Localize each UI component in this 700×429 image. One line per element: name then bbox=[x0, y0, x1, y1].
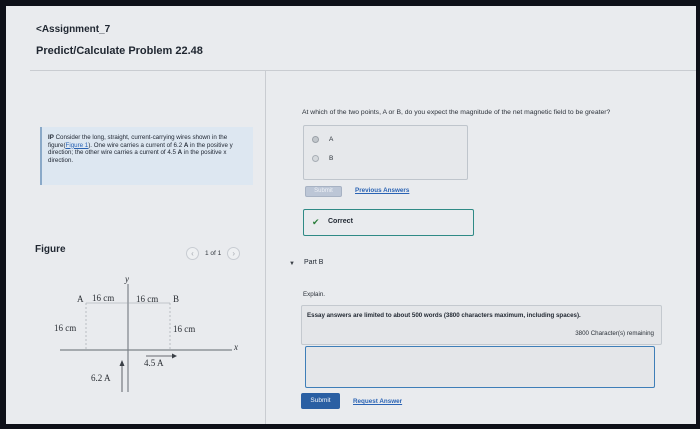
figure-label: Figure bbox=[35, 244, 66, 255]
explain-label: Explain. bbox=[303, 291, 326, 298]
page-title: Predict/Calculate Problem 22.48 bbox=[36, 45, 203, 57]
current-y-arrowhead bbox=[119, 360, 125, 366]
previous-answers-link[interactable]: Previous Answers bbox=[355, 187, 409, 194]
problem-statement: IP Consider the long, straight, current-… bbox=[40, 127, 253, 185]
dist-a-horizontal: 16 cm bbox=[92, 293, 115, 303]
dist-a-vertical: 16 cm bbox=[54, 323, 77, 333]
problem-text-2: ). One wire carries a current of 6.2 bbox=[88, 141, 184, 149]
y-axis-label: y bbox=[125, 274, 129, 284]
part-a-question: At which of the two points, A or B, do y… bbox=[302, 109, 611, 116]
checkmark-icon: ✔ bbox=[312, 217, 320, 227]
essay-limit-note: Essay answers are limited to about 500 w… bbox=[307, 312, 581, 319]
x-axis-label: x bbox=[234, 342, 238, 352]
chevron-right-icon[interactable]: › bbox=[227, 247, 241, 260]
current-x-label: 4.5 A bbox=[144, 358, 164, 368]
request-answer-link[interactable]: Request Answer bbox=[353, 398, 402, 405]
radio-a[interactable] bbox=[312, 136, 319, 143]
part-a-submit-button[interactable]: Submit bbox=[305, 186, 342, 197]
figure-pager: ‹ 1 of 1 › bbox=[186, 247, 241, 260]
column-divider bbox=[265, 70, 266, 424]
choice-b[interactable]: B bbox=[312, 155, 333, 162]
app-window: <Assignment_7 Predict/Calculate Problem … bbox=[6, 6, 696, 424]
choice-a[interactable]: A bbox=[312, 136, 333, 143]
correct-status: Correct bbox=[328, 218, 353, 225]
answer-choices: A B bbox=[303, 125, 468, 180]
dist-b-horizontal: 16 cm bbox=[136, 294, 159, 304]
correct-feedback: ✔ Correct bbox=[303, 209, 474, 236]
essay-answer-input[interactable] bbox=[305, 346, 655, 388]
choice-a-label: A bbox=[329, 136, 334, 143]
breadcrumb-assignment[interactable]: <Assignment_7 bbox=[36, 24, 110, 35]
figure-diagram: y x A B 16 cm 16 cm 16 cm 16 cm 4.5 A 6.… bbox=[46, 274, 256, 396]
part-b-submit-button[interactable]: Submit bbox=[301, 393, 340, 409]
point-b-label: B bbox=[173, 294, 180, 304]
pager-text: 1 of 1 bbox=[205, 250, 222, 257]
char-remaining: 3800 Character(s) remaining bbox=[575, 330, 654, 337]
choice-b-label: B bbox=[329, 155, 334, 162]
chevron-left-icon[interactable]: ‹ bbox=[186, 247, 199, 260]
current-y-label: 6.2 A bbox=[91, 373, 111, 383]
header-divider bbox=[30, 70, 696, 71]
current-x-arrowhead bbox=[172, 353, 177, 359]
point-a-label: A bbox=[77, 294, 84, 304]
collapse-caret-icon[interactable]: ▼ bbox=[289, 261, 295, 267]
essay-info-box: Essay answers are limited to about 500 w… bbox=[301, 305, 662, 345]
part-b-title[interactable]: Part B bbox=[304, 259, 323, 266]
dist-b-vertical: 16 cm bbox=[173, 324, 196, 334]
radio-b[interactable] bbox=[312, 155, 319, 162]
figure-link[interactable]: Figure 1 bbox=[66, 142, 89, 149]
